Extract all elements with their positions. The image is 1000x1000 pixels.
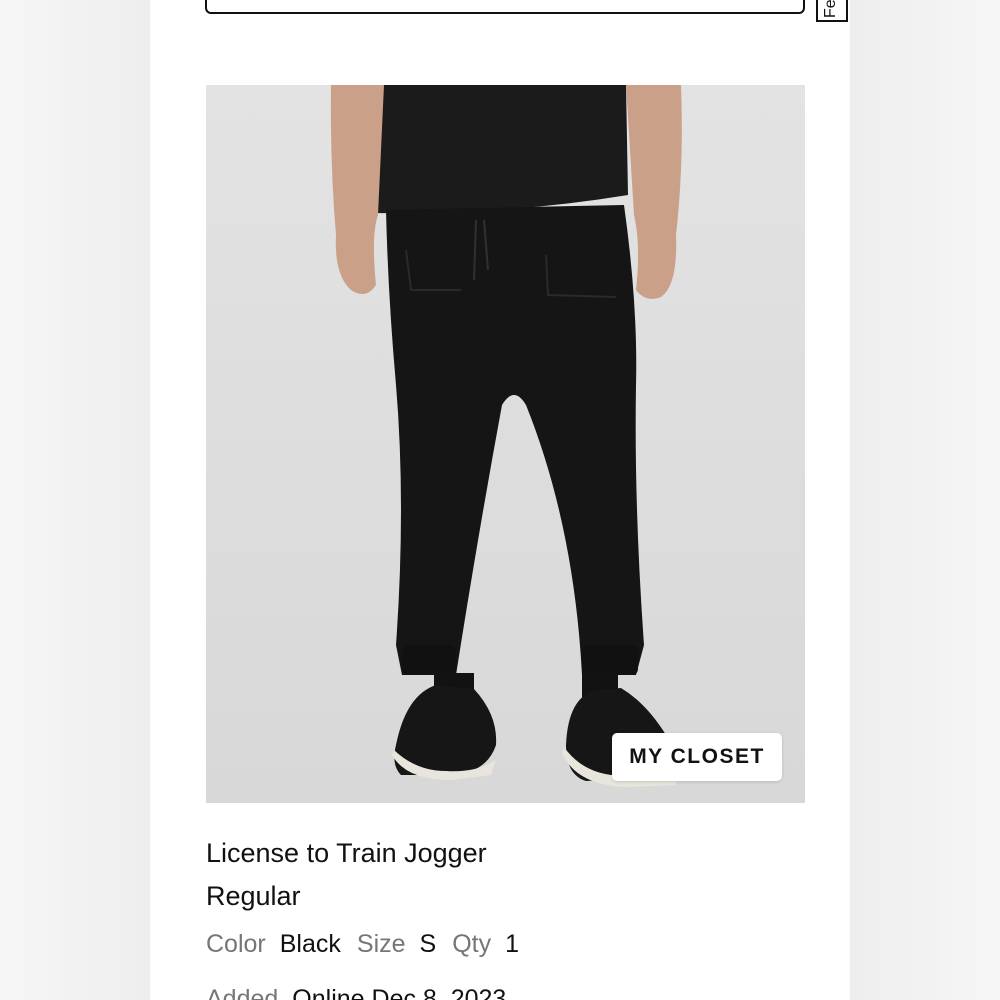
my-closet-badge[interactable]: MY CLOSET (612, 733, 782, 781)
size-value: S (419, 930, 437, 958)
size-label: Size (356, 930, 406, 958)
color-value: Black (279, 930, 341, 958)
page-content: Feedback (150, 0, 850, 1000)
added-label: Added (206, 985, 279, 1000)
product-photo-illustration (330, 85, 682, 787)
left-background-panel (0, 0, 150, 1000)
product-name: License to Train Jogger (206, 838, 487, 868)
feedback-tab[interactable]: Feedback (816, 0, 848, 22)
qty-label: Qty (452, 930, 492, 958)
qty-value: 1 (505, 930, 520, 958)
color-label: Color (206, 930, 266, 958)
right-background-panel (850, 0, 1000, 1000)
added-value: Online Dec 8, 2023 (292, 985, 507, 1000)
product-image[interactable]: MY CLOSET (206, 85, 805, 803)
search-input[interactable] (205, 0, 805, 14)
added-info: Added Online Dec 8, 2023 (206, 985, 506, 1000)
product-fit: Regular (206, 881, 301, 911)
product-title[interactable]: License to Train Jogger Regular (206, 832, 626, 918)
product-attributes: Color Black Size S Qty 1 (206, 930, 535, 959)
feedback-tab-label: Feedback (822, 0, 840, 18)
